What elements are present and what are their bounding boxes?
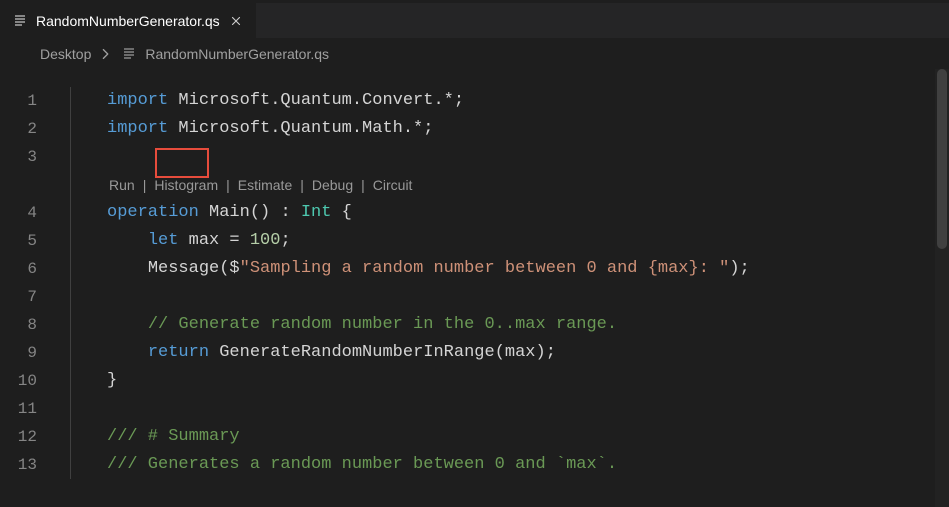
- vertical-scrollbar[interactable]: [935, 69, 949, 507]
- codelens-sep: |: [294, 171, 310, 199]
- keyword: operation: [107, 203, 199, 222]
- tab-bar: RandomNumberGenerator.qs: [0, 3, 949, 39]
- comment: // Generate random number in the 0..max …: [148, 315, 617, 334]
- codelens-run[interactable]: Run: [107, 171, 137, 199]
- indent: [107, 231, 148, 250]
- namespace: Microsoft.Quantum.Convert.*;: [168, 91, 464, 110]
- code-line[interactable]: let max = 100;: [55, 227, 949, 255]
- function-name: Main: [199, 203, 250, 222]
- line-number: 12: [0, 423, 55, 451]
- punct: );: [729, 259, 749, 278]
- keyword: import: [107, 119, 168, 138]
- doc-comment: /// # Summary: [107, 427, 240, 446]
- tab-filename: RandomNumberGenerator.qs: [36, 13, 220, 29]
- line-number: 6: [0, 255, 55, 283]
- keyword: import: [107, 91, 168, 110]
- punct: (): [250, 203, 270, 222]
- function-call: GenerateRandomNumberInRange: [219, 343, 494, 362]
- space: [209, 343, 219, 362]
- line-number: 1: [0, 87, 55, 115]
- editor-root: RandomNumberGenerator.qs Desktop RandomN…: [0, 0, 949, 507]
- codelens-histogram[interactable]: Histogram: [152, 171, 220, 199]
- breadcrumb-segment-desktop[interactable]: Desktop: [40, 46, 91, 62]
- codelens-circuit[interactable]: Circuit: [371, 171, 415, 199]
- code-line[interactable]: /// Generates a random number between 0 …: [55, 451, 949, 479]
- line-number: 13: [0, 451, 55, 479]
- indent: [107, 259, 148, 278]
- code-line[interactable]: }: [55, 367, 949, 395]
- code-line[interactable]: [55, 143, 949, 171]
- punct: :: [270, 203, 301, 222]
- codelens-sep: |: [220, 171, 236, 199]
- line-number: 2: [0, 115, 55, 143]
- doc-comment: /// Generates a random number between 0 …: [107, 455, 617, 474]
- code-line[interactable]: [55, 395, 949, 423]
- codelens-debug[interactable]: Debug: [310, 171, 355, 199]
- punct: ($: [219, 259, 239, 278]
- punct: ;: [280, 231, 290, 250]
- line-number: 4: [0, 199, 55, 227]
- codelens-row: Run | Histogram | Estimate | Debug | Cir…: [55, 171, 949, 199]
- punct: {: [331, 203, 351, 222]
- namespace: Microsoft.Quantum.Math.*;: [168, 119, 433, 138]
- function-call: Message: [148, 259, 219, 278]
- keyword: let: [148, 231, 179, 250]
- line-number: 10: [0, 367, 55, 395]
- scrollbar-thumb[interactable]: [937, 69, 947, 249]
- line-number: 5: [0, 227, 55, 255]
- chevron-right-icon: [99, 47, 113, 61]
- code-line[interactable]: return GenerateRandomNumberInRange(max);: [55, 339, 949, 367]
- punct: =: [219, 231, 250, 250]
- codelens-sep: |: [355, 171, 371, 199]
- number: 100: [250, 231, 281, 250]
- line-number-gutter: 1 2 3 4 5 6 7 8 9 10 11 12 13: [0, 69, 55, 507]
- editor-body: 1 2 3 4 5 6 7 8 9 10 11 12 13 import Mic…: [0, 69, 949, 507]
- file-lines-icon: [12, 13, 28, 29]
- code-line[interactable]: Message($"Sampling a random number betwe…: [55, 255, 949, 283]
- indent: [107, 315, 148, 334]
- gutter-spacer: [0, 171, 55, 199]
- type: Int: [301, 203, 332, 222]
- codelens-sep: |: [137, 171, 153, 199]
- line-number: 7: [0, 283, 55, 311]
- tab-active[interactable]: RandomNumberGenerator.qs: [0, 3, 257, 38]
- code-line[interactable]: operation Main() : Int {: [55, 199, 949, 227]
- code-line[interactable]: import Microsoft.Quantum.Math.*;: [55, 115, 949, 143]
- keyword: return: [148, 343, 209, 362]
- punct: (max);: [495, 343, 556, 362]
- breadcrumb: Desktop RandomNumberGenerator.qs: [0, 39, 949, 69]
- code-line[interactable]: import Microsoft.Quantum.Convert.*;: [55, 87, 949, 115]
- tab-spacer: [257, 3, 949, 38]
- file-lines-icon: [121, 46, 137, 62]
- line-number: 11: [0, 395, 55, 423]
- string: "Sampling a random number between 0 and …: [240, 259, 730, 278]
- breadcrumb-segment-file[interactable]: RandomNumberGenerator.qs: [145, 46, 329, 62]
- line-number: 8: [0, 311, 55, 339]
- line-number: 3: [0, 143, 55, 171]
- punct: }: [107, 371, 117, 390]
- code-line[interactable]: // Generate random number in the 0..max …: [55, 311, 949, 339]
- indent: [107, 343, 148, 362]
- line-number: 9: [0, 339, 55, 367]
- code-line[interactable]: [55, 283, 949, 311]
- code-area[interactable]: import Microsoft.Quantum.Convert.*; impo…: [55, 69, 949, 507]
- codelens-estimate[interactable]: Estimate: [236, 171, 294, 199]
- variable: max: [178, 231, 219, 250]
- close-icon[interactable]: [228, 13, 244, 29]
- code-line[interactable]: /// # Summary: [55, 423, 949, 451]
